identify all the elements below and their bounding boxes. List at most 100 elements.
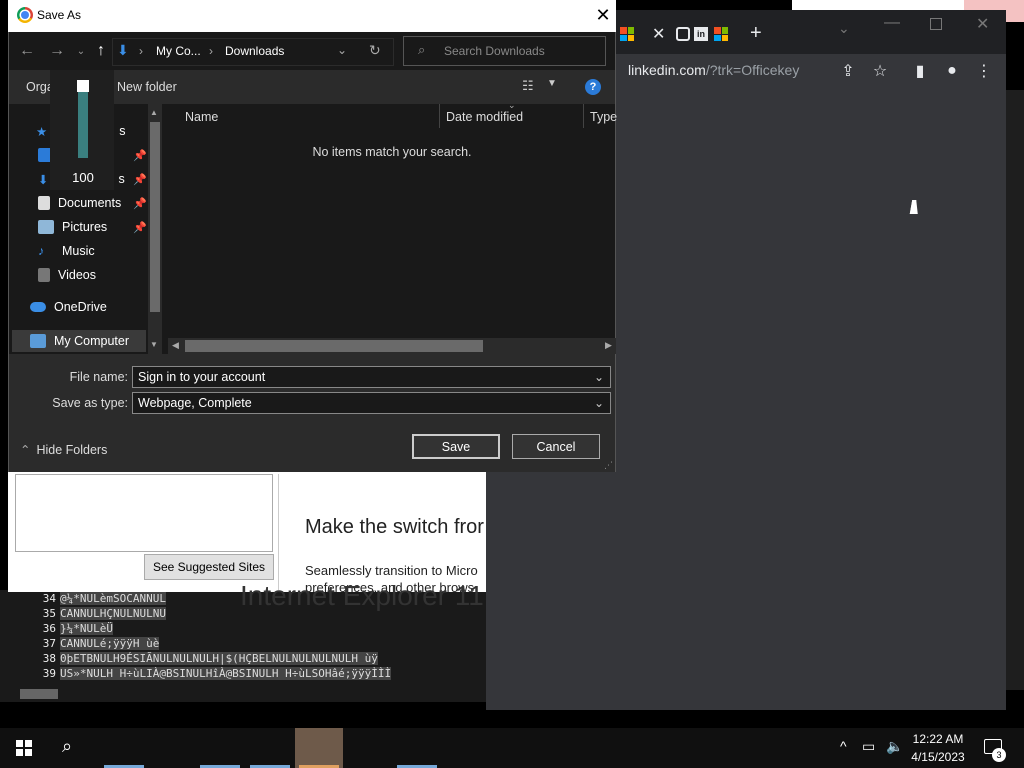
share-icon[interactable]: ⇪ (836, 59, 860, 83)
videos-icon (38, 268, 50, 282)
pin-icon: 📌 (133, 174, 147, 186)
panel-divider (278, 474, 279, 590)
scroll-left-icon[interactable]: ◀ (172, 340, 179, 351)
nav-item-onedrive[interactable]: OneDrive (30, 296, 107, 318)
scroll-down-icon[interactable]: ▼ (150, 340, 158, 349)
file-list-scroll-thumb[interactable] (185, 340, 483, 352)
minimize-icon[interactable]: — (884, 14, 900, 32)
breadcrumb-downloads[interactable]: Downloads (225, 44, 284, 58)
hide-folders-toggle[interactable]: ⌃ Hide Folders (20, 442, 107, 457)
editor-row: 39 US»*NULH H÷ùLIÀ@BSINULHîÀ@BSINULH H÷ùL… (42, 667, 392, 680)
clock-date[interactable]: 4/15/2023 (905, 750, 971, 764)
nav-pane-scroll-thumb[interactable] (150, 122, 160, 312)
browser-content (618, 90, 1006, 710)
help-icon[interactable]: ? (585, 79, 601, 95)
clock-time[interactable]: 12:22 AM (905, 732, 971, 746)
editor-row: 36}¼*NULèÜ (42, 622, 113, 635)
up-arrow-icon[interactable]: ↑ (90, 40, 112, 62)
volume-slider-track[interactable] (78, 92, 88, 158)
windows-start-icon[interactable] (16, 740, 32, 756)
background-window-strip (1006, 90, 1024, 690)
address-bar[interactable]: linkedin.com/?trk=Officekey (628, 62, 799, 78)
file-name-value[interactable]: Sign in to your account (138, 370, 265, 384)
close-window-icon[interactable]: ✕ (976, 14, 989, 34)
resize-grip-icon[interactable]: ⋰ (604, 460, 613, 471)
view-options-icon[interactable]: ☷ (522, 78, 534, 94)
editor-row: 38 0þETBNULH9ÉSIÃNULNULNULH|$(HÇBELNULNUL… (42, 652, 378, 665)
column-separator[interactable] (439, 104, 440, 128)
column-separator[interactable] (583, 104, 584, 128)
chevron-up-icon: ⌃ (20, 443, 31, 457)
downloads-arrow-icon: ⬇ (117, 42, 129, 58)
save-as-type-label: Save as type: (52, 396, 128, 410)
column-header-type[interactable]: Type (590, 110, 617, 124)
file-name-dropdown-icon[interactable]: ⌄ (594, 370, 604, 384)
save-button[interactable]: Save (412, 434, 500, 459)
dialog-titlebar: Save As ✕ (8, 0, 616, 32)
nav-item-documents[interactable]: Documents (38, 192, 121, 214)
search-downloads-box[interactable]: ⌕ Search Downloads (403, 36, 606, 66)
maximize-icon[interactable] (930, 18, 942, 30)
pin-icon: 📌 (133, 198, 147, 210)
scroll-right-icon[interactable]: ▶ (605, 340, 612, 351)
cancel-button[interactable]: Cancel (512, 434, 600, 459)
pin-icon: 📌 (133, 222, 147, 234)
notification-count-badge: 3 (992, 748, 1006, 762)
show-hidden-icons-icon[interactable]: ^ (840, 738, 847, 754)
network-icon[interactable]: ▭ (862, 738, 875, 755)
suggested-sites-list[interactable] (15, 474, 273, 552)
forward-arrow-icon[interactable]: → (46, 40, 68, 62)
linkedin-favicon-icon[interactable]: in (694, 27, 708, 41)
scroll-up-icon[interactable]: ▲ (150, 108, 158, 117)
dialog-close-icon[interactable]: ✕ (592, 4, 614, 26)
refresh-icon[interactable]: ↻ (369, 42, 381, 59)
tab-search-icon[interactable]: ⌄ (838, 20, 850, 37)
save-as-type-value: Webpage, Complete (138, 396, 252, 410)
close-tab-icon[interactable]: ✕ (652, 24, 670, 43)
editor-scroll-thumb[interactable] (20, 689, 58, 699)
search-icon: ⌕ (418, 42, 426, 57)
save-as-type-dropdown-icon[interactable]: ⌄ (594, 396, 604, 410)
save-as-type-select[interactable]: Webpage, Complete ⌄ (132, 392, 611, 414)
taskbar-active-app[interactable] (295, 728, 343, 768)
profile-icon[interactable]: ● (940, 59, 964, 83)
tab-favicon-icon[interactable] (676, 27, 690, 41)
new-tab-icon[interactable]: + (750, 22, 762, 45)
editor-horizontal-scrollbar[interactable] (0, 686, 486, 702)
volume-slider-thumb[interactable] (77, 80, 89, 92)
nav-item-music[interactable]: ♪ Music (38, 240, 95, 262)
menu-icon[interactable]: ⋮ (972, 59, 996, 83)
address-dropdown-icon[interactable]: ⌄ (337, 43, 347, 57)
speaker-icon[interactable]: 🔈 (886, 738, 903, 755)
address-breadcrumb[interactable]: ⬇ › My Co... › Downloads ⌄ ↻ (112, 38, 394, 66)
view-dropdown-icon[interactable]: ▼ (547, 78, 557, 89)
nav-item-videos[interactable]: Videos (38, 264, 96, 286)
nav-item-my-computer[interactable]: My Computer (30, 330, 129, 352)
documents-icon (38, 196, 50, 210)
column-header-date-modified[interactable]: Date modified (446, 110, 523, 124)
pin-icon: 📌 (133, 150, 147, 162)
recent-locations-icon[interactable]: ⌄ (70, 40, 92, 62)
bookmark-star-icon[interactable]: ☆ (868, 59, 892, 83)
file-list[interactable] (165, 104, 615, 354)
editor-row: 37 CANNULé;ÿÿÿH ùè (42, 637, 160, 650)
column-header-name[interactable]: Name (185, 110, 218, 124)
search-placeholder: Search Downloads (444, 44, 545, 58)
microsoft-favicon-icon[interactable] (714, 27, 728, 41)
nav-item-pictures[interactable]: Pictures (38, 216, 107, 238)
file-name-field[interactable]: Sign in to your account ⌄ (132, 366, 611, 388)
side-panel-icon[interactable]: ▮ (908, 59, 932, 83)
breadcrumb-my-computer[interactable]: My Co... (156, 44, 201, 58)
back-arrow-icon[interactable]: ← (16, 40, 38, 62)
computer-icon (30, 334, 46, 348)
dialog-title: Save As (37, 8, 82, 22)
see-suggested-sites-button[interactable]: See Suggested Sites (144, 554, 274, 580)
new-folder-button[interactable]: New folder (117, 80, 177, 94)
volume-value: 100 (72, 170, 94, 185)
chrome-logo-icon (17, 7, 33, 23)
breadcrumb-separator-icon: › (209, 44, 213, 58)
file-name-label: File name: (69, 370, 128, 384)
ie11-title: Internet Explorer 11 : (240, 580, 486, 611)
sort-indicator-icon: ⌄ (508, 100, 516, 110)
search-taskbar-icon[interactable]: ⌕ (62, 736, 72, 757)
